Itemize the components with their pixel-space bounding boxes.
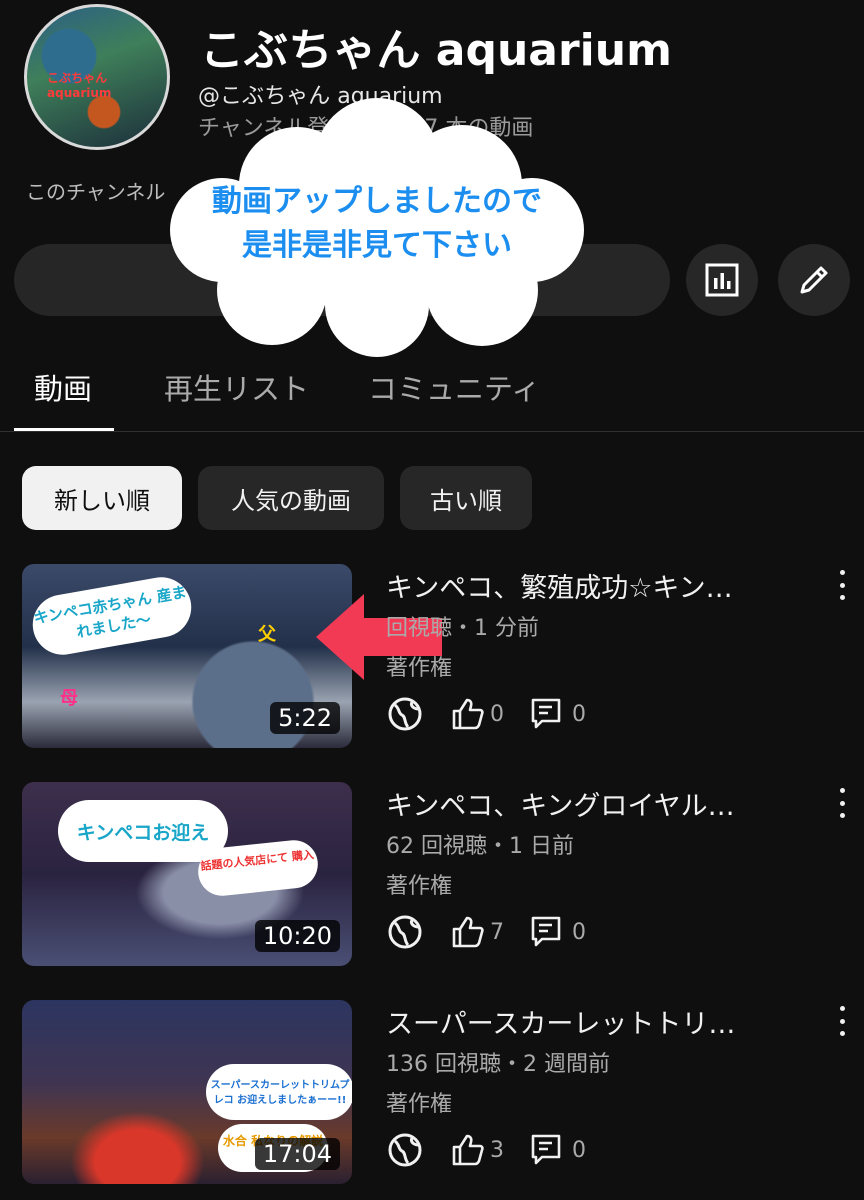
video-title[interactable]: スーパースカーレットトリ…	[386, 1002, 796, 1041]
thumbnail-label-father: 父	[258, 624, 276, 645]
like-icon[interactable]	[450, 914, 486, 950]
chip-popular[interactable]: 人気の動画	[198, 466, 384, 530]
like-count: 0	[490, 701, 504, 727]
video-title[interactable]: キンペコ、繁殖成功☆キン…	[386, 566, 796, 605]
globe-icon	[388, 1133, 422, 1167]
chip-newest[interactable]: 新しい順	[22, 466, 182, 530]
pencil-icon	[800, 266, 828, 294]
comment-icon[interactable]	[530, 1133, 562, 1167]
active-tab-indicator	[14, 428, 114, 431]
video-thumbnail[interactable]: スーパースカーレットトリムプレコ お迎えしましたぁーー!! 水合 私なりの解説 …	[22, 1000, 352, 1184]
video-rights: 著作権	[386, 656, 453, 681]
tab-videos[interactable]: 動画	[34, 366, 92, 408]
like-count: 3	[490, 1137, 504, 1163]
channel-tabs: 動画 再生リスト コミュニティ	[0, 352, 864, 432]
video-item[interactable]: スーパースカーレットトリムプレコ お迎えしましたぁーー!! 水合 私なりの解説 …	[0, 1000, 864, 1190]
video-stats-row: 0 0	[386, 694, 586, 734]
channel-description[interactable]: このチャンネル	[26, 176, 165, 205]
video-stats-row: 7 0	[386, 912, 586, 952]
thumbnail-caption: キンペコ赤ちゃん 産まれました〜	[28, 572, 196, 660]
overlay-line-1: 動画アップしましたので	[212, 184, 542, 219]
overlay-line-2: 是非是非見て下さい	[242, 228, 512, 263]
globe-icon	[388, 915, 422, 949]
video-stats-row: 3 0	[386, 1130, 586, 1170]
video-thumbnail[interactable]: キンペコ赤ちゃん 産まれました〜 父 母 5:22	[22, 564, 352, 748]
more-options-button[interactable]	[832, 1006, 852, 1036]
video-meta: 回視聴・1 分前	[386, 616, 539, 641]
comment-count: 0	[572, 1137, 586, 1163]
thumbnail-caption: スーパースカーレットトリムプレコ お迎えしましたぁーー!!	[206, 1064, 352, 1120]
chip-oldest[interactable]: 古い順	[400, 466, 532, 530]
video-duration: 17:04	[254, 1138, 340, 1170]
comment-icon[interactable]	[530, 697, 562, 731]
comment-icon[interactable]	[530, 915, 562, 949]
comment-count: 0	[572, 919, 586, 945]
tab-playlists[interactable]: 再生リスト	[164, 366, 309, 408]
video-rights: 著作権	[386, 874, 453, 899]
comment-count: 0	[572, 701, 586, 727]
video-item[interactable]: キンペコお迎え 話題の人気店にて 購入 10:20 キンペコ、キングロイヤル… …	[0, 782, 864, 972]
like-count: 7	[490, 919, 504, 945]
thumbnail-caption: キンペコお迎え	[58, 800, 228, 862]
more-options-button[interactable]	[832, 788, 852, 818]
like-icon[interactable]	[450, 1132, 486, 1168]
channel-name: こぶちゃん aquarium	[200, 25, 672, 76]
channel-avatar[interactable]: こぶちゃん aquarium	[24, 4, 170, 150]
video-title[interactable]: キンペコ、キングロイヤル…	[386, 784, 796, 823]
overlay-message: 動画アップしましたので 是非是非見て下さい	[162, 180, 592, 268]
tab-community[interactable]: コミュニティ	[368, 366, 540, 408]
edit-channel-button[interactable]	[778, 244, 850, 316]
bar-chart-icon	[705, 263, 739, 297]
video-meta: 62 回視聴・1 日前	[386, 834, 574, 859]
analytics-button[interactable]	[686, 244, 758, 316]
more-options-button[interactable]	[832, 570, 852, 600]
video-duration: 10:20	[254, 920, 340, 952]
video-rights: 著作権	[386, 1092, 453, 1117]
video-thumbnail[interactable]: キンペコお迎え 話題の人気店にて 購入 10:20	[22, 782, 352, 966]
thumbnail-label-mother: 母	[60, 688, 78, 709]
avatar-logo-text: こぶちゃん aquarium	[47, 71, 112, 100]
like-icon[interactable]	[450, 696, 486, 732]
globe-icon	[388, 697, 422, 731]
video-meta: 136 回視聴・2 週間前	[386, 1052, 610, 1077]
video-duration: 5:22	[270, 702, 340, 734]
video-item[interactable]: キンペコ赤ちゃん 産まれました〜 父 母 5:22 キンペコ、繁殖成功☆キン… …	[0, 564, 864, 754]
